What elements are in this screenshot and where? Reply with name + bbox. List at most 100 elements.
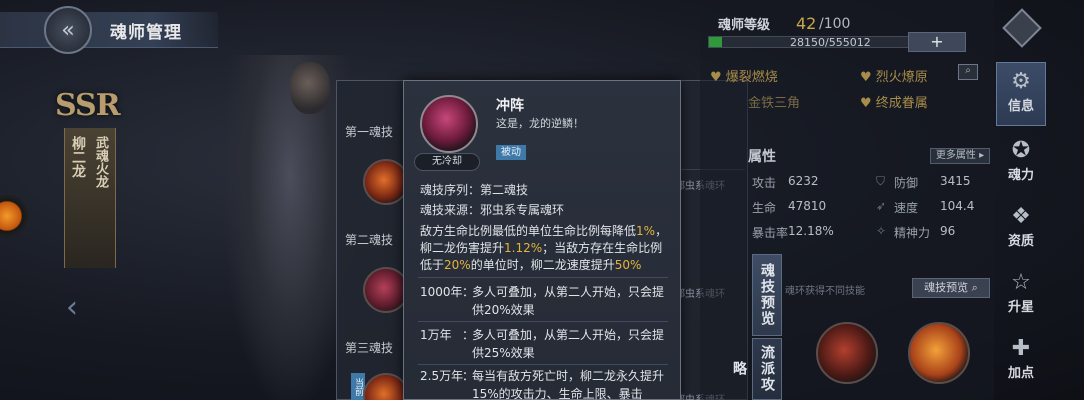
preview-skill-icon[interactable] bbox=[816, 322, 878, 384]
aptitude-icon: ❖ bbox=[1011, 204, 1031, 229]
skill-name: 冲阵 bbox=[496, 98, 524, 114]
tab-skill-preview[interactable]: 魂技预览 bbox=[752, 254, 782, 336]
character-head bbox=[290, 62, 330, 114]
bond-label: 烈火燎原 bbox=[875, 70, 928, 85]
rarity-badge: SSR bbox=[55, 88, 121, 123]
nav-star-up[interactable]: ☆ 升星 bbox=[996, 266, 1046, 324]
level-up-button[interactable]: + bbox=[908, 32, 966, 52]
search-icon[interactable]: ⌕ bbox=[958, 64, 978, 80]
header-bar bbox=[0, 12, 218, 48]
attr-key: 生命 bbox=[752, 201, 777, 215]
skill-1-label: 第一魂技 bbox=[345, 125, 394, 139]
tier-year: 1000年： bbox=[420, 283, 474, 301]
skill-2-label: 第二魂技 bbox=[345, 233, 394, 247]
nav-soul-power[interactable]: ✪ 魂力 bbox=[996, 134, 1046, 192]
more-attributes-label: 更多属性 bbox=[935, 150, 976, 161]
bond-label: 金铁三角 bbox=[748, 96, 801, 111]
tier-text: 多人可叠加，从第二人开始，只会提供25%效果 bbox=[472, 328, 665, 360]
attr-value: 47810 bbox=[788, 199, 827, 213]
attr-key: 防御 bbox=[894, 176, 919, 190]
bond-item: ♥ 终成眷属 bbox=[860, 96, 928, 111]
double-chevron-left-icon: « bbox=[61, 17, 75, 43]
skill-preview-label: 魂技预览 bbox=[924, 281, 969, 294]
bond-label: 爆裂燃烧 bbox=[725, 70, 778, 85]
tier-row: 1万年： 多人可叠加，从第二人开始，只会提供25%效果 bbox=[420, 326, 674, 362]
effect-highlight: 50% bbox=[614, 258, 642, 272]
skill-tooltip: 无冷却 冲阵 这是，龙的逆鳞！ 被动 魂技序列：第二魂技 魂技来源：邪虫系专属魂… bbox=[403, 80, 681, 400]
divider bbox=[418, 277, 668, 278]
spirit-icon: ✧ bbox=[876, 224, 887, 238]
tab-school-guide[interactable]: 流派攻略 bbox=[731, 338, 782, 400]
character-spirit: 武魂火龙 bbox=[93, 136, 108, 188]
passive-tag: 被动 bbox=[496, 145, 526, 160]
character-name: 柳二龙 bbox=[70, 136, 86, 178]
defense-icon: ⛉ bbox=[876, 174, 886, 188]
tier-year-label: 2.5万年 bbox=[420, 369, 464, 383]
nav-label: 信息 bbox=[1007, 99, 1034, 114]
skill-source-label: 魂技来源： bbox=[420, 203, 481, 217]
cooldown-badge: 无冷却 bbox=[414, 153, 480, 171]
skill-3-label: 第三魂技 bbox=[345, 341, 394, 355]
attr-key: 精神力 bbox=[894, 226, 931, 240]
effect-highlight: 20% bbox=[444, 258, 471, 272]
star-up-icon: ☆ bbox=[1011, 270, 1031, 295]
side-nav: ⚙ 信息 ✪ 魂力 ❖ 资质 ☆ 升星 ✚ 加点 bbox=[996, 58, 1046, 400]
diamond-menu-icon[interactable] bbox=[1002, 8, 1042, 48]
tier-row: 1000年： 多人可叠加，从第二人开始，只会提供20%效果 bbox=[420, 283, 674, 319]
tier-text: 多人可叠加，从第二人开始，只会提供20%效果 bbox=[472, 285, 665, 317]
nav-label: 魂力 bbox=[1007, 168, 1034, 183]
hint-text: 魂环获得不同技能 bbox=[785, 286, 865, 297]
bond-item: 金铁三角 bbox=[748, 92, 800, 111]
info-emblem-icon: ⚙ bbox=[1011, 69, 1031, 94]
skill-source-value: 邪虫系专属魂环 bbox=[480, 203, 565, 217]
divider bbox=[418, 321, 668, 322]
exp-bar-fill bbox=[709, 37, 722, 47]
add-points-icon: ✚ bbox=[1011, 336, 1031, 361]
level-label: 魂师等级 bbox=[718, 18, 771, 33]
soul-power-icon: ✪ bbox=[1011, 138, 1031, 163]
more-attributes-button[interactable]: 更多属性 ▸ bbox=[930, 148, 990, 164]
bond-item: ♥ 烈火燎原 bbox=[860, 70, 928, 85]
skill-sequence-label: 魂技序列： bbox=[420, 183, 481, 197]
attr-value: 12.18% bbox=[788, 224, 834, 238]
effect-text: 的单位时，柳二龙速度提升 bbox=[470, 258, 615, 272]
attr-value: 104.4 bbox=[940, 199, 975, 213]
skill-preview-button[interactable]: 魂技预览 ⌕ bbox=[912, 278, 990, 298]
previous-character-icon[interactable]: ‹ bbox=[66, 290, 78, 325]
nav-aptitude[interactable]: ❖ 资质 bbox=[996, 200, 1046, 258]
tier-year-label: 1000年 bbox=[420, 285, 463, 299]
attr-key: 攻击 bbox=[752, 176, 777, 190]
skill-description: 这是，龙的逆鳞！ bbox=[496, 117, 584, 130]
speed-icon: ➶ bbox=[876, 199, 887, 213]
page-title: 魂师管理 bbox=[110, 23, 182, 43]
skill-sequence-value: 第二魂技 bbox=[480, 183, 529, 197]
nav-label: 资质 bbox=[1007, 234, 1034, 249]
attr-value: 96 bbox=[940, 224, 956, 238]
nav-info[interactable]: ⚙ 信息 bbox=[996, 62, 1046, 126]
skill-source-row: 魂技来源：邪虫系专属魂环 bbox=[420, 201, 564, 218]
tier-year: 2.5万年： bbox=[420, 367, 474, 385]
attr-value: 3415 bbox=[940, 174, 971, 188]
tier-year-label: 1万年 bbox=[420, 328, 452, 342]
skill-sequence-row: 魂技序列：第二魂技 bbox=[420, 181, 528, 198]
nav-add-points[interactable]: ✚ 加点 bbox=[996, 332, 1046, 390]
attr-key: 速度 bbox=[894, 201, 919, 215]
exp-text: 28150/555012 bbox=[790, 36, 871, 49]
attributes-title: 属性 bbox=[748, 149, 776, 165]
preview-skill-icon[interactable] bbox=[908, 322, 970, 384]
back-button[interactable]: « bbox=[44, 6, 92, 54]
skill-effect-text: 敌方生命比例最低的单位生命比例每降低1%，柳二龙伤害提升1.12%；当敌方存在生… bbox=[420, 223, 670, 274]
effect-highlight: 1.12% bbox=[504, 241, 543, 255]
bond-label: 终成眷属 bbox=[875, 96, 928, 111]
character-name-banner: 柳二龙 武魂火龙 bbox=[64, 128, 116, 268]
tier-text: 每当有敌方死亡时，柳二龙永久提升15%的攻击力、生命上限、暴击 bbox=[472, 369, 665, 400]
divider bbox=[418, 364, 668, 365]
nav-label: 加点 bbox=[1007, 366, 1034, 381]
nav-label: 升星 bbox=[1007, 300, 1034, 315]
bond-item: ♥ 爆裂燃烧 bbox=[710, 70, 778, 85]
level-max: /100 bbox=[819, 16, 851, 32]
effect-text: 敌方生命比例最低的单位生命比例每降低 bbox=[420, 224, 637, 238]
attr-value: 6232 bbox=[788, 174, 819, 188]
side-orb-icon[interactable] bbox=[0, 195, 28, 237]
skill-dragon-icon bbox=[420, 95, 478, 153]
